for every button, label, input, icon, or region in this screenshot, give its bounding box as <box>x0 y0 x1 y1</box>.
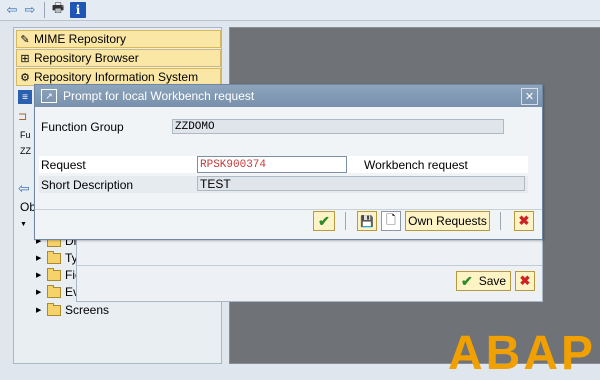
request-type-text: Workbench request <box>364 157 468 172</box>
expand-triangle-icon[interactable]: ▶ <box>36 306 44 314</box>
nav-item-repository-browser[interactable]: ⊞ Repository Browser <box>16 49 221 67</box>
save-disk-icon: 💾 <box>360 215 374 228</box>
checkmark-icon: ✔ <box>318 212 330 229</box>
function-group-field: ZZDOMO <box>172 119 504 134</box>
browser-icon: ⊞ <box>20 52 30 65</box>
partial-label-fu: Fu <box>20 130 31 140</box>
back-arrow-icon[interactable]: ⇦ <box>4 2 20 18</box>
folder-icon <box>47 284 61 298</box>
short-description-label: Short Description <box>41 177 134 192</box>
toolbar-separator <box>44 2 45 18</box>
application-toolbar: ⇦ ⇨ 🖶 i <box>0 0 600 21</box>
abap-logo: ABAP <box>448 327 597 380</box>
cancel-button[interactable]: ✖ <box>515 271 535 291</box>
save-button-label: Save <box>478 274 507 288</box>
dialog-title-bar: ↗ Prompt for local Workbench request ✕ <box>35 85 542 107</box>
dialog-title: Prompt for local Workbench request <box>63 89 255 103</box>
divider <box>77 265 542 266</box>
toolbar-separator <box>345 212 346 230</box>
forward-arrow-icon[interactable]: ⇨ <box>22 2 38 18</box>
folder-icon <box>47 302 61 316</box>
continue-button[interactable]: ✔ <box>313 211 335 231</box>
tree-node-fields[interactable]: ▶ Fie <box>36 267 82 283</box>
tree-node-screens[interactable]: ▶ Screens <box>36 302 109 318</box>
close-icon: ✖ <box>519 273 531 288</box>
nav-item-label: Repository Information System <box>34 70 199 84</box>
mime-icon: ✎ <box>20 33 30 46</box>
nav-item-label: Repository Browser <box>34 51 139 65</box>
toolbar-separator <box>500 212 501 230</box>
expand-triangle-icon[interactable]: ▶ <box>36 288 44 296</box>
create-request-button[interactable]: 🗋 <box>381 211 401 231</box>
expand-triangle-icon[interactable]: ▶ <box>36 254 44 262</box>
workbench-request-dialog: ↗ Prompt for local Workbench request ✕ F… <box>34 84 543 240</box>
folder-icon <box>47 267 61 281</box>
close-icon: ✖ <box>518 213 530 228</box>
new-document-icon: 🗋 <box>386 212 396 227</box>
close-button[interactable]: ✕ <box>521 88 538 105</box>
save-button[interactable]: ✔ Save <box>456 271 511 291</box>
expand-triangle-icon[interactable]: ▼ <box>20 221 27 228</box>
short-description-field[interactable]: TEST <box>197 176 525 191</box>
cancel-button[interactable]: ✖ <box>514 211 534 231</box>
tree-node-label: Screens <box>65 303 110 317</box>
object-icon: ⊐ <box>18 111 28 123</box>
request-label: Request <box>41 157 86 172</box>
folder-icon <box>47 250 61 264</box>
divider <box>35 209 542 210</box>
own-requests-button[interactable]: Own Requests <box>405 211 490 231</box>
info-icon[interactable]: i <box>70 2 86 18</box>
nav-item-mime-repository[interactable]: ✎ MIME Repository <box>16 30 221 48</box>
save-request-button[interactable]: 💾 <box>357 211 377 231</box>
checkmark-icon: ✔ <box>460 272 473 289</box>
dialog-icon: ↗ <box>41 89 57 103</box>
info-system-icon: ⚙ <box>20 71 30 84</box>
partial-label-zz: ZZ <box>20 146 31 156</box>
selector-icon[interactable]: ≡ <box>18 90 32 104</box>
nav-back-arrow-icon[interactable]: ⇦ <box>18 180 30 197</box>
nav-item-label: MIME Repository <box>34 32 127 46</box>
print-icon[interactable]: 🖶 <box>50 0 66 18</box>
expand-triangle-icon[interactable]: ▶ <box>36 271 44 279</box>
request-input[interactable]: RPSK900374 <box>197 156 347 173</box>
function-group-label: Function Group <box>41 119 124 134</box>
